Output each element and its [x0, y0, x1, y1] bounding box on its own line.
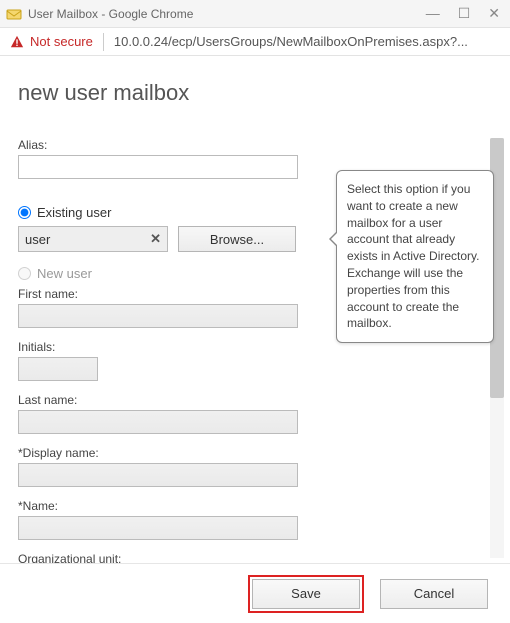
name-input: [18, 516, 298, 540]
close-button[interactable]: ✕: [488, 5, 500, 22]
not-secure-label: Not secure: [30, 34, 93, 49]
existing-user-radio[interactable]: [18, 206, 31, 219]
app-icon: [6, 6, 22, 22]
display-name-input: [18, 463, 298, 487]
footer-bar: Save Cancel: [0, 563, 510, 623]
window-title: User Mailbox - Google Chrome: [28, 7, 426, 21]
last-name-label: Last name:: [18, 393, 318, 407]
initials-input: [18, 357, 98, 381]
new-user-radio-row[interactable]: New user: [18, 266, 318, 281]
cancel-button[interactable]: Cancel: [380, 579, 488, 609]
save-highlight: Save: [248, 575, 364, 613]
clear-icon[interactable]: ✕: [150, 231, 161, 247]
alias-input[interactable]: [18, 155, 298, 179]
first-name-input: [18, 304, 298, 328]
window-titlebar: User Mailbox - Google Chrome — ☐ ✕: [0, 0, 510, 28]
maximize-button[interactable]: ☐: [458, 5, 471, 22]
warning-icon: [10, 35, 24, 49]
addressbar-divider: [103, 33, 104, 51]
not-secure-indicator[interactable]: Not secure: [10, 34, 93, 49]
minimize-button[interactable]: —: [426, 5, 440, 22]
new-user-label: New user: [37, 266, 92, 281]
page-title: new user mailbox: [18, 80, 510, 106]
initials-label: Initials:: [18, 340, 318, 354]
address-bar: Not secure 10.0.0.24/ecp/UsersGroups/New…: [0, 28, 510, 56]
existing-user-label: Existing user: [37, 205, 111, 220]
display-name-label: *Display name:: [18, 446, 318, 460]
new-user-radio[interactable]: [18, 267, 31, 280]
browse-existing-user-button[interactable]: Browse...: [178, 226, 296, 252]
alias-label: Alias:: [18, 138, 318, 152]
first-name-label: First name:: [18, 287, 318, 301]
last-name-input: [18, 410, 298, 434]
existing-user-value: user: [25, 232, 50, 247]
existing-user-picker[interactable]: user ✕: [18, 226, 168, 252]
existing-user-tooltip: Select this option if you want to create…: [336, 170, 494, 343]
name-label: *Name:: [18, 499, 318, 513]
url-text[interactable]: 10.0.0.24/ecp/UsersGroups/NewMailboxOnPr…: [114, 34, 500, 49]
save-button[interactable]: Save: [252, 579, 360, 609]
existing-user-radio-row[interactable]: Existing user: [18, 205, 318, 220]
